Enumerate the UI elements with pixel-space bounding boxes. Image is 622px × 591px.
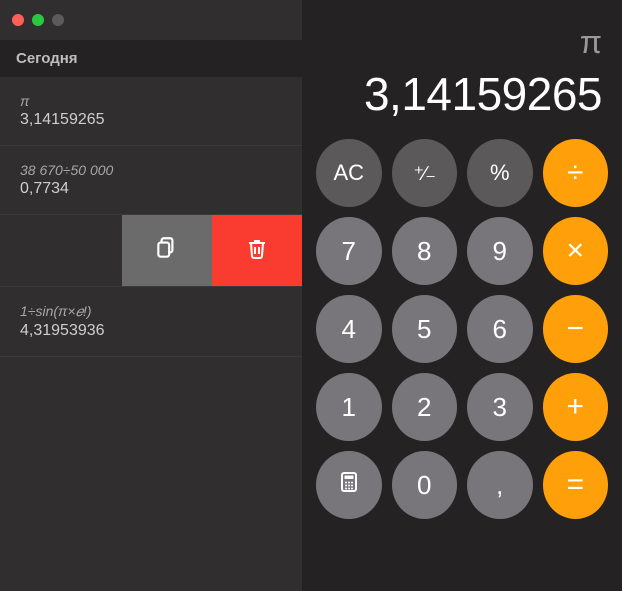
history-expression: 38 670÷50 000 bbox=[20, 162, 282, 178]
key-sign[interactable]: ⁺∕₋ bbox=[392, 139, 458, 207]
plusminus-icon: ⁺∕₋ bbox=[414, 161, 435, 186]
key-3[interactable]: 3 bbox=[467, 373, 533, 441]
history-expression: 1÷sin(π×𝑒!) bbox=[20, 303, 282, 320]
maximize-window-button[interactable] bbox=[52, 14, 64, 26]
key-9[interactable]: 9 bbox=[467, 217, 533, 285]
key-6[interactable]: 6 bbox=[467, 295, 533, 363]
calculator-window: Сегодня π 3,14159265 38 670÷50 000 0,773… bbox=[0, 0, 622, 591]
key-0[interactable]: 0 bbox=[392, 451, 458, 519]
key-5[interactable]: 5 bbox=[392, 295, 458, 363]
history-result: 3,14159265 bbox=[20, 111, 282, 129]
key-multiply[interactable]: × bbox=[543, 217, 609, 285]
key-8[interactable]: 8 bbox=[392, 217, 458, 285]
history-item-swiped bbox=[0, 215, 302, 287]
history-item[interactable]: 38 670÷50 000 0,7734 bbox=[0, 146, 302, 215]
history-today-header: Сегодня bbox=[0, 40, 302, 77]
key-equals[interactable]: = bbox=[543, 451, 609, 519]
copy-icon bbox=[154, 235, 180, 266]
key-plus[interactable]: + bbox=[543, 373, 609, 441]
history-result: 4,31953936 bbox=[20, 322, 282, 340]
key-percent[interactable]: % bbox=[467, 139, 533, 207]
keypad: AC ⁺∕₋ % ÷ 7 8 9 × 4 5 6 − 1 2 3 + bbox=[316, 139, 608, 519]
window-titlebar bbox=[0, 0, 302, 40]
display-mode: π bbox=[322, 24, 602, 61]
key-4[interactable]: 4 bbox=[316, 295, 382, 363]
close-window-button[interactable] bbox=[12, 14, 24, 26]
key-2[interactable]: 2 bbox=[392, 373, 458, 441]
trash-icon bbox=[245, 236, 269, 265]
key-1[interactable]: 1 bbox=[316, 373, 382, 441]
history-expression: π bbox=[20, 93, 282, 109]
key-calculator-mode[interactable] bbox=[316, 451, 382, 519]
history-copy-button[interactable] bbox=[122, 215, 212, 286]
key-ac[interactable]: AC bbox=[316, 139, 382, 207]
history-item[interactable]: 1÷sin(π×𝑒!) 4,31953936 bbox=[0, 287, 302, 357]
display: π 3,14159265 bbox=[316, 12, 608, 131]
history-item[interactable]: π 3,14159265 bbox=[0, 77, 302, 146]
calculator-icon bbox=[337, 470, 361, 501]
key-minus[interactable]: − bbox=[543, 295, 609, 363]
minimize-window-button[interactable] bbox=[32, 14, 44, 26]
history-result: 0,7734 bbox=[20, 180, 282, 198]
calculator-panel: π 3,14159265 AC ⁺∕₋ % ÷ 7 8 9 × 4 5 6 − … bbox=[302, 0, 622, 591]
history-sidebar: Сегодня π 3,14159265 38 670÷50 000 0,773… bbox=[0, 0, 302, 591]
key-divide[interactable]: ÷ bbox=[543, 139, 609, 207]
key-7[interactable]: 7 bbox=[316, 217, 382, 285]
history-delete-button[interactable] bbox=[212, 215, 302, 286]
display-value: 3,14159265 bbox=[322, 67, 602, 121]
history-list: π 3,14159265 38 670÷50 000 0,7734 bbox=[0, 77, 302, 591]
key-decimal[interactable]: , bbox=[467, 451, 533, 519]
